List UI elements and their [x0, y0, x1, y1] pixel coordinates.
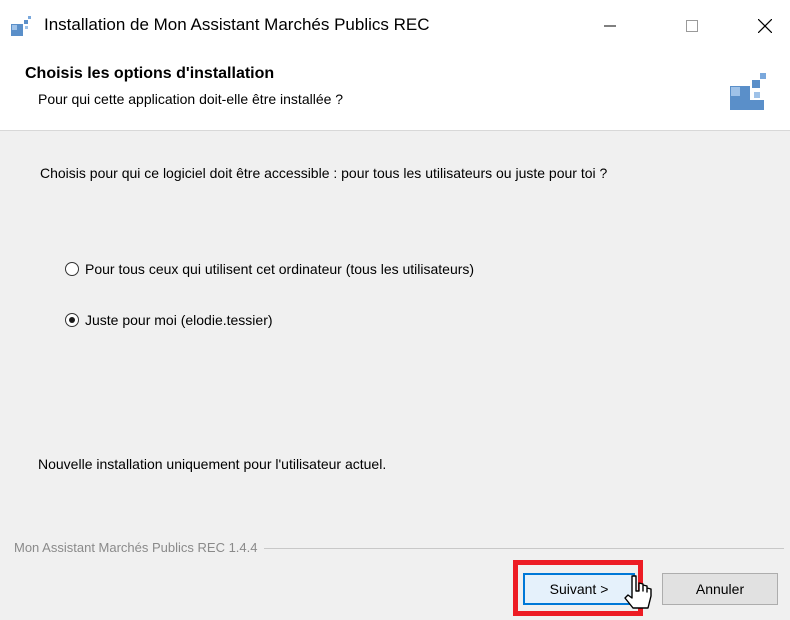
minimize-icon: [604, 25, 616, 27]
wizard-header: Choisis les options d'installation Pour …: [0, 52, 790, 131]
cancel-button[interactable]: Annuler: [662, 573, 778, 605]
option-current-user[interactable]: Juste pour moi (elodie.tessier): [65, 312, 273, 328]
option-current-user-label: Juste pour moi (elodie.tessier): [85, 312, 273, 328]
close-button[interactable]: [737, 0, 790, 52]
maximize-button[interactable]: [664, 0, 720, 52]
install-scope-question: Choisis pour qui ce logiciel doit être a…: [40, 165, 608, 181]
installer-icon: [11, 16, 31, 36]
footer-separator: Mon Assistant Marchés Publics REC 1.4.4: [14, 540, 784, 556]
close-icon: [758, 19, 772, 33]
wizard-body: Choisis pour qui ce logiciel doit être a…: [0, 131, 790, 551]
minimize-button[interactable]: [582, 0, 638, 52]
window-title: Installation de Mon Assistant Marchés Pu…: [44, 15, 430, 34]
installer-logo-icon: [730, 73, 766, 110]
page-title: Choisis les options d'installation: [25, 65, 275, 82]
page-subtitle: Pour qui cette application doit-elle êtr…: [38, 91, 344, 107]
radio-button-selected[interactable]: [65, 313, 79, 327]
option-all-users[interactable]: Pour tous ceux qui utilisent cet ordinat…: [65, 261, 474, 277]
maximize-icon: [686, 20, 698, 32]
radio-button[interactable]: [65, 262, 79, 276]
title-bar: Installation de Mon Assistant Marchés Pu…: [0, 0, 790, 52]
install-description: Nouvelle installation uniquement pour l'…: [38, 456, 387, 472]
option-all-users-label: Pour tous ceux qui utilisent cet ordinat…: [85, 261, 475, 277]
mouse-pointer-icon: [624, 575, 652, 609]
product-version-label: Mon Assistant Marchés Publics REC 1.4.4: [14, 540, 264, 556]
next-button[interactable]: Suivant >: [523, 573, 635, 605]
